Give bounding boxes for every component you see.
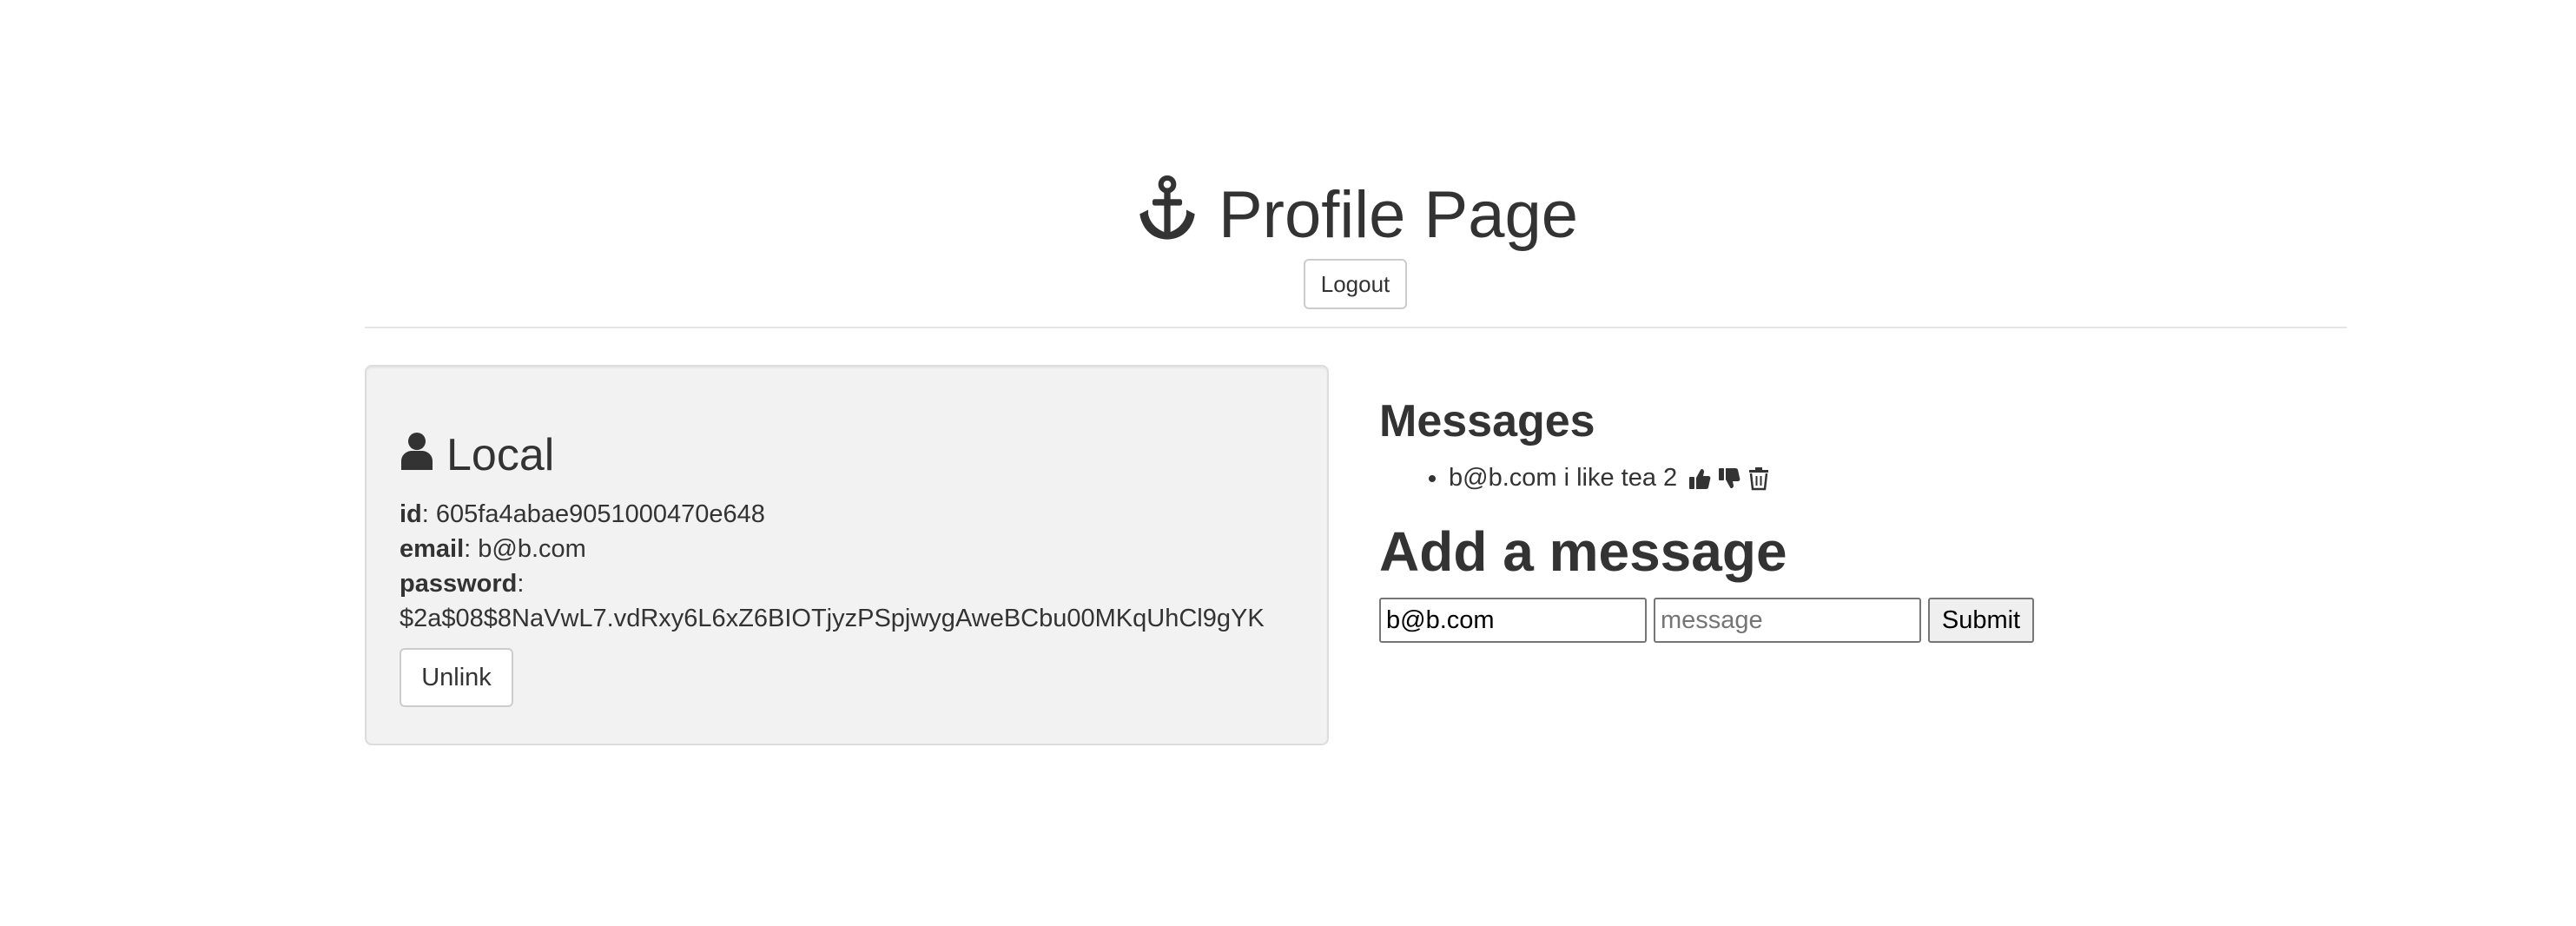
header-divider xyxy=(365,327,2347,328)
id-row: id: 605fa4abae9051000470e648 xyxy=(400,500,765,528)
password-row: password: $2a$08$8NaVwL7.vdRxy6L6xZ6BIOT… xyxy=(400,570,1265,632)
trash-icon[interactable] xyxy=(1747,466,1771,491)
page-title: Profile Page xyxy=(1133,174,1578,256)
user-icon xyxy=(400,427,434,483)
messages-heading: Messages xyxy=(1379,396,1595,446)
anchor-icon xyxy=(1133,174,1201,256)
page-title-text: Profile Page xyxy=(1218,177,1579,252)
local-account-panel: Local id: 605fa4abae9051000470e648 email… xyxy=(365,365,1329,745)
id-label: id xyxy=(400,500,422,528)
name-input[interactable] xyxy=(1379,598,1647,643)
logout-button[interactable]: Logout xyxy=(1304,259,1407,309)
messages-list: b@b.com i like tea 2 xyxy=(1379,460,2335,495)
message-item: b@b.com i like tea 2 xyxy=(1449,460,2335,495)
message-input[interactable] xyxy=(1654,598,1921,643)
submit-button[interactable]: Submit xyxy=(1928,598,2034,643)
local-heading-text: Local xyxy=(446,430,555,480)
id-value: 605fa4abae9051000470e648 xyxy=(435,500,765,528)
password-value: $2a$08$8NaVwL7.vdRxy6L6xZ6BIOTjyzPSpjwyg… xyxy=(400,605,1265,632)
messages-section: Messages b@b.com i like tea 2 xyxy=(1379,393,2335,643)
message-actions xyxy=(1688,466,1771,491)
page-header: Profile Page xyxy=(365,174,2347,256)
email-row: email: b@b.com xyxy=(400,535,586,563)
add-message-form: Submit xyxy=(1379,598,2335,643)
email-label: email xyxy=(400,535,465,563)
thumbs-down-icon[interactable] xyxy=(1717,466,1741,491)
password-label: password xyxy=(400,570,518,598)
unlink-button[interactable]: Unlink xyxy=(400,648,513,707)
local-heading: Local xyxy=(400,427,1294,483)
email-value: b@b.com xyxy=(478,535,586,563)
add-message-heading: Add a message xyxy=(1379,520,1787,583)
message-text: b@b.com i like tea 2 xyxy=(1449,464,1678,492)
thumbs-up-icon[interactable] xyxy=(1688,466,1712,491)
